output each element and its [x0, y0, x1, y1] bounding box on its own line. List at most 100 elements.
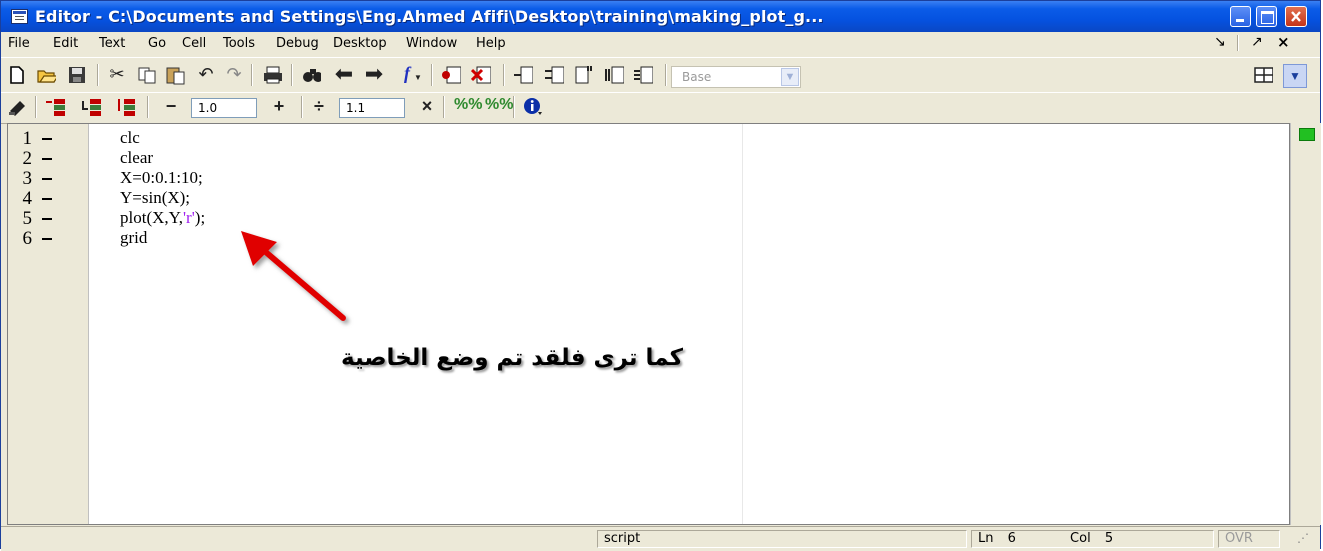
red-arrow-annotation [241, 231, 346, 321]
clear-breakpoints-icon[interactable] [471, 65, 491, 85]
menu-text[interactable]: Text [99, 36, 125, 51]
cell-mode-icon[interactable] [7, 97, 27, 117]
code-text[interactable]: X=0:0.1:10; [120, 168, 203, 188]
menu-desktop[interactable]: Desktop [333, 36, 387, 51]
hide-cell-titles-icon[interactable]: %% [485, 95, 513, 115]
line-number: 3 [22, 168, 33, 189]
new-file-icon[interactable] [7, 65, 27, 85]
back-icon[interactable]: ⬅ [334, 63, 354, 85]
col-label: Col [1070, 531, 1091, 546]
minimize-icon [1236, 19, 1244, 22]
code-line[interactable]: 4 Y=sin(X); [8, 188, 1278, 209]
resize-grip-icon[interactable]: ⋰ [1297, 531, 1309, 545]
breakpoint-dash[interactable] [42, 238, 52, 240]
code-text[interactable]: plot(X,Y,'r'); [120, 208, 205, 228]
breakpoint-dash[interactable] [42, 178, 52, 180]
arabic-annotation: كما ترى فلقد تم وضع الخاصية [341, 345, 683, 371]
layout-dropdown-button[interactable]: ▼ [1283, 64, 1307, 88]
code-text[interactable]: clear [120, 148, 153, 168]
breakpoint-dash[interactable] [42, 158, 52, 160]
breakpoint-dash[interactable] [42, 198, 52, 200]
menu-help[interactable]: Help [476, 36, 506, 51]
code-text[interactable]: clc [120, 128, 140, 148]
copy-icon[interactable] [137, 65, 157, 85]
close-button[interactable] [1285, 6, 1307, 27]
line-number: 1 [22, 128, 33, 149]
step-out-icon[interactable] [574, 65, 594, 85]
menu-window[interactable]: Window [406, 36, 457, 51]
cell-toolbar: − 1.0 + ÷ 1.1 × %% %% [1, 92, 1320, 124]
forward-icon[interactable]: ➡ [364, 63, 384, 85]
continue-icon[interactable] [604, 65, 624, 85]
chevron-down-icon[interactable]: ▼ [781, 68, 799, 86]
divide-button[interactable]: ÷ [309, 96, 329, 116]
function-dropdown-icon[interactable]: ▼ [408, 68, 428, 88]
increment-value-field[interactable]: 1.0 [191, 98, 257, 118]
decrement-button[interactable]: − [161, 96, 181, 116]
menu-go[interactable]: Go [148, 36, 166, 51]
breakpoint-dash[interactable] [42, 138, 52, 140]
paste-icon[interactable] [165, 65, 185, 85]
col-value: 5 [1104, 531, 1114, 546]
line-number: 5 [22, 208, 33, 229]
increment-button[interactable]: + [269, 96, 289, 116]
window-title: Editor - C:\Documents and Settings\Eng.A… [35, 7, 824, 26]
code-text[interactable]: Y=sin(X); [120, 188, 190, 208]
close-doc-icon[interactable]: × [1277, 33, 1290, 51]
menu-edit[interactable]: Edit [53, 36, 78, 51]
step-icon[interactable] [513, 65, 533, 85]
dock-icon[interactable]: ↘ [1214, 34, 1226, 50]
ovr-indicator: OVR [1218, 530, 1280, 548]
code-line[interactable]: 3 X=0:0.1:10; [8, 168, 1278, 189]
cut-icon[interactable]: ✂ [107, 64, 127, 84]
minimize-button[interactable] [1230, 6, 1251, 27]
scale-value-field[interactable]: 1.1 [339, 98, 405, 118]
line-number: 6 [22, 228, 33, 249]
code-editor[interactable]: 1 clc 2 clear 3 X=0:0.1:10; 4 Y=sin(X); … [7, 123, 1290, 525]
stack-combo-value: Base [682, 70, 712, 84]
title-bar[interactable]: Editor - C:\Documents and Settings\Eng.A… [1, 1, 1320, 32]
code-text-before: plot(X,Y, [120, 208, 183, 227]
line-number: 4 [22, 188, 33, 209]
code-line[interactable]: 2 clear [8, 148, 1278, 169]
code-line[interactable]: 1 clc [8, 128, 1278, 149]
code-line[interactable]: 5 plot(X,Y,'r'); [8, 208, 1278, 229]
menu-bar: File Edit Text Go Cell Tools Debug Deskt… [1, 32, 1320, 56]
eval-advance-icon[interactable] [81, 97, 101, 117]
ln-value: 6 [1007, 531, 1016, 546]
exit-debug-icon[interactable] [633, 65, 653, 85]
print-icon[interactable] [262, 65, 282, 85]
status-mode: script [597, 530, 967, 548]
undo-icon[interactable]: ↶ [196, 64, 216, 84]
set-breakpoint-icon[interactable] [441, 65, 461, 85]
maximize-button[interactable] [1256, 6, 1277, 27]
menu-file[interactable]: File [8, 36, 30, 51]
stack-combo[interactable]: Base ▼ [671, 66, 801, 88]
vertical-scrollbar[interactable] [1290, 123, 1321, 525]
editor-window: Editor - C:\Documents and Settings\Eng.A… [0, 0, 1321, 551]
editor-app-icon[interactable] [11, 9, 28, 24]
multiply-button[interactable]: × [417, 96, 437, 116]
info-icon[interactable] [523, 97, 543, 117]
redo-icon[interactable]: ↷ [224, 64, 244, 84]
status-position: Ln 6 Col 5 [971, 530, 1214, 548]
status-indicator[interactable] [1299, 128, 1315, 141]
code-text-after: ); [194, 208, 206, 227]
breakpoint-dash[interactable] [42, 218, 52, 220]
menu-tools[interactable]: Tools [223, 36, 255, 51]
tile-layout-icon[interactable] [1253, 65, 1273, 85]
maximize-icon [1261, 11, 1274, 24]
step-in-icon[interactable] [544, 65, 564, 85]
eval-file-icon[interactable] [115, 97, 135, 117]
ln-label: Ln [978, 531, 994, 546]
save-icon[interactable] [67, 65, 87, 85]
show-cell-titles-icon[interactable]: %% [454, 95, 482, 115]
undock-icon[interactable]: ↗ [1251, 34, 1263, 50]
eval-cell-icon[interactable] [45, 97, 65, 117]
code-line[interactable]: 6 grid [8, 228, 1278, 249]
find-icon[interactable] [301, 65, 321, 85]
menu-debug[interactable]: Debug [276, 36, 319, 51]
code-text[interactable]: grid [120, 228, 147, 248]
menu-cell[interactable]: Cell [182, 36, 206, 51]
open-folder-icon[interactable] [36, 65, 56, 85]
